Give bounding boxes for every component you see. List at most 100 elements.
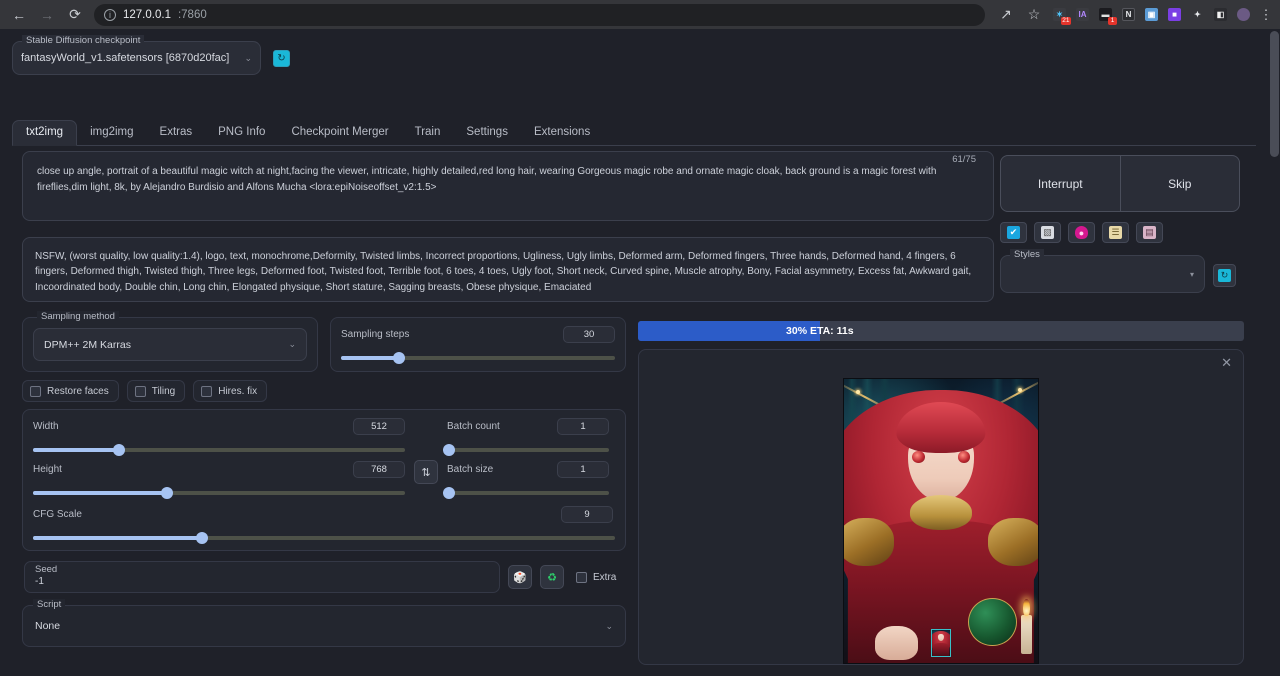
refresh-checkpoint-icon[interactable]: ↻ [273, 50, 290, 67]
extension-badge-count: 21 [1061, 17, 1071, 25]
styles-row: Styles ▾ ↻ [1000, 255, 1240, 293]
batch-size-value[interactable]: 1 [557, 461, 609, 478]
sampling-method-value: DPM++ 2M Karras [44, 339, 131, 351]
back-arrow-icon[interactable]: ← [6, 2, 32, 28]
tab-train[interactable]: Train [402, 121, 454, 145]
extension-ia[interactable]: IA [1072, 4, 1093, 25]
skip-button[interactable]: Skip [1121, 156, 1240, 211]
dimensions-group: Width 512 Height 768 [22, 409, 626, 551]
batch-size-label: Batch size [447, 464, 493, 475]
extension-image[interactable]: ▣ [1141, 4, 1162, 25]
progress-bar: 30% ETA: 11s [638, 321, 1244, 341]
sampling-steps-label: Sampling steps [341, 329, 409, 340]
tab-extras[interactable]: Extras [147, 121, 206, 145]
main-tabs: txt2img img2img Extras PNG Info Checkpoi… [12, 117, 1256, 146]
tab-txt2img[interactable]: txt2img [12, 120, 77, 146]
extension-terminal[interactable]: ▬ 1 [1095, 4, 1116, 25]
width-value[interactable]: 512 [353, 418, 405, 435]
height-value[interactable]: 768 [353, 461, 405, 478]
batch-count-slider[interactable] [447, 448, 609, 452]
recycle-glyph: ♻ [547, 571, 557, 584]
checkbox-box[interactable] [30, 386, 41, 397]
negative-prompt-input[interactable]: NSFW, (worst quality, low quality:1.4), … [22, 237, 994, 302]
result-column: 30% ETA: 11s ✕ [638, 321, 1244, 665]
checkpoint-legend: Stable Diffusion checkpoint [22, 35, 144, 46]
share-icon[interactable]: ↗ [993, 2, 1019, 28]
checkbox-box[interactable] [135, 386, 146, 397]
chevron-down-icon: ▾ [1190, 270, 1194, 279]
seed-legend: Seed [35, 564, 57, 575]
address-bar[interactable]: i 127.0.0.1 :7860 [94, 4, 985, 26]
sampling-steps-slider[interactable] [341, 356, 615, 360]
url-port: :7860 [178, 9, 207, 21]
checkpoint-dropdown[interactable]: Stable Diffusion checkpoint fantasyWorld… [12, 41, 261, 75]
sampling-steps-value[interactable]: 30 [563, 326, 615, 343]
prompt-input[interactable]: close up angle, portrait of a beautiful … [22, 151, 994, 221]
interrupt-button[interactable]: Interrupt [1001, 156, 1121, 211]
batch-size-slider[interactable] [447, 491, 609, 495]
tab-settings[interactable]: Settings [453, 121, 521, 145]
restore-faces-checkbox[interactable]: Restore faces [22, 380, 119, 402]
width-slider[interactable] [33, 448, 405, 452]
styles-refresh-glyph: ↻ [1221, 270, 1229, 281]
progress-label: 30% ETA: 11s [638, 321, 1002, 341]
seed-input[interactable]: Seed -1 [24, 561, 500, 593]
extension-badge-21[interactable]: ✶ 21 [1049, 4, 1070, 25]
tiling-label: Tiling [152, 386, 176, 397]
checkpoint-row: Stable Diffusion checkpoint fantasyWorld… [12, 41, 290, 75]
apply-style-icon[interactable]: ✔ [1000, 222, 1027, 243]
tab-png-info[interactable]: PNG Info [205, 121, 278, 145]
paste-clipboard-icon[interactable]: ☰ [1102, 222, 1129, 243]
styles-dropdown[interactable]: Styles ▾ [1000, 255, 1205, 293]
extension-office[interactable]: ■ [1164, 4, 1185, 25]
scrollbar-thumb[interactable] [1270, 31, 1279, 157]
reload-icon[interactable]: ⟳ [62, 2, 88, 28]
script-value: None [35, 620, 60, 632]
tab-img2img[interactable]: img2img [77, 121, 146, 145]
height-slider[interactable] [33, 491, 405, 495]
tab-checkpoint-merger[interactable]: Checkpoint Merger [278, 121, 401, 145]
sampling-steps-group: Sampling steps 30 [330, 317, 626, 372]
tab-extensions[interactable]: Extensions [521, 121, 603, 145]
chevron-down-icon: ⌄ [605, 621, 613, 632]
refresh-styles-icon[interactable]: ↻ [1213, 264, 1236, 287]
site-info-icon[interactable]: i [104, 9, 116, 21]
cfg-scale-label: CFG Scale [33, 509, 82, 520]
dimensions-left: Width 512 Height 768 [33, 418, 405, 495]
dice-glyph: 🎲 [513, 571, 527, 584]
extension-puzzle-icon[interactable]: ✦ [1187, 4, 1208, 25]
cfg-scale-slider[interactable] [33, 536, 615, 540]
three-dot-menu-icon[interactable]: ⋮ [1258, 7, 1274, 23]
sampling-method-group: Sampling method DPM++ 2M Karras ⌄ [22, 317, 318, 372]
cfg-scale-value[interactable]: 9 [561, 506, 613, 523]
extension-notion[interactable]: N [1118, 4, 1139, 25]
vertical-scrollbar[interactable] [1268, 29, 1280, 676]
extension-strip: ✶ 21 IA ▬ 1 N ▣ ■ ✦ ◧ [1049, 4, 1256, 25]
forward-arrow-icon: → [34, 2, 60, 28]
extension-split[interactable]: ◧ [1210, 4, 1231, 25]
seed-value: -1 [35, 576, 44, 587]
checkpoint-value: fantasyWorld_v1.safetensors [6870d20fac] [21, 52, 229, 64]
swap-dimensions-icon[interactable]: ⇅ [414, 460, 438, 484]
gallery-thumbnail-strip [639, 629, 1243, 657]
star-icon[interactable]: ☆ [1021, 2, 1047, 28]
clear-prompt-trash-icon[interactable]: ▧ [1034, 222, 1061, 243]
close-preview-icon[interactable]: ✕ [1221, 357, 1232, 369]
sampling-method-select[interactable]: DPM++ 2M Karras ⌄ [33, 328, 307, 361]
script-select[interactable]: None ⌄ [23, 606, 625, 646]
hires-fix-checkbox[interactable]: Hires. fix [193, 380, 267, 402]
random-seed-dice-icon[interactable]: 🎲 [508, 565, 532, 589]
save-style-icon[interactable]: ▤ [1136, 222, 1163, 243]
styles-legend: Styles [1010, 249, 1044, 260]
batch-count-value[interactable]: 1 [557, 418, 609, 435]
tiling-checkbox[interactable]: Tiling [127, 380, 186, 402]
generated-preview-image[interactable] [843, 378, 1039, 664]
reuse-seed-recycle-icon[interactable]: ♻ [540, 565, 564, 589]
refresh-glyph: ↻ [277, 53, 285, 64]
extra-seed-checkbox[interactable]: Extra [576, 572, 616, 583]
checkbox-box[interactable] [576, 572, 587, 583]
avatar[interactable] [1233, 4, 1254, 25]
read-generation-params-icon[interactable]: ● [1068, 222, 1095, 243]
gallery-thumbnail-1[interactable] [931, 629, 951, 657]
checkbox-box[interactable] [201, 386, 212, 397]
